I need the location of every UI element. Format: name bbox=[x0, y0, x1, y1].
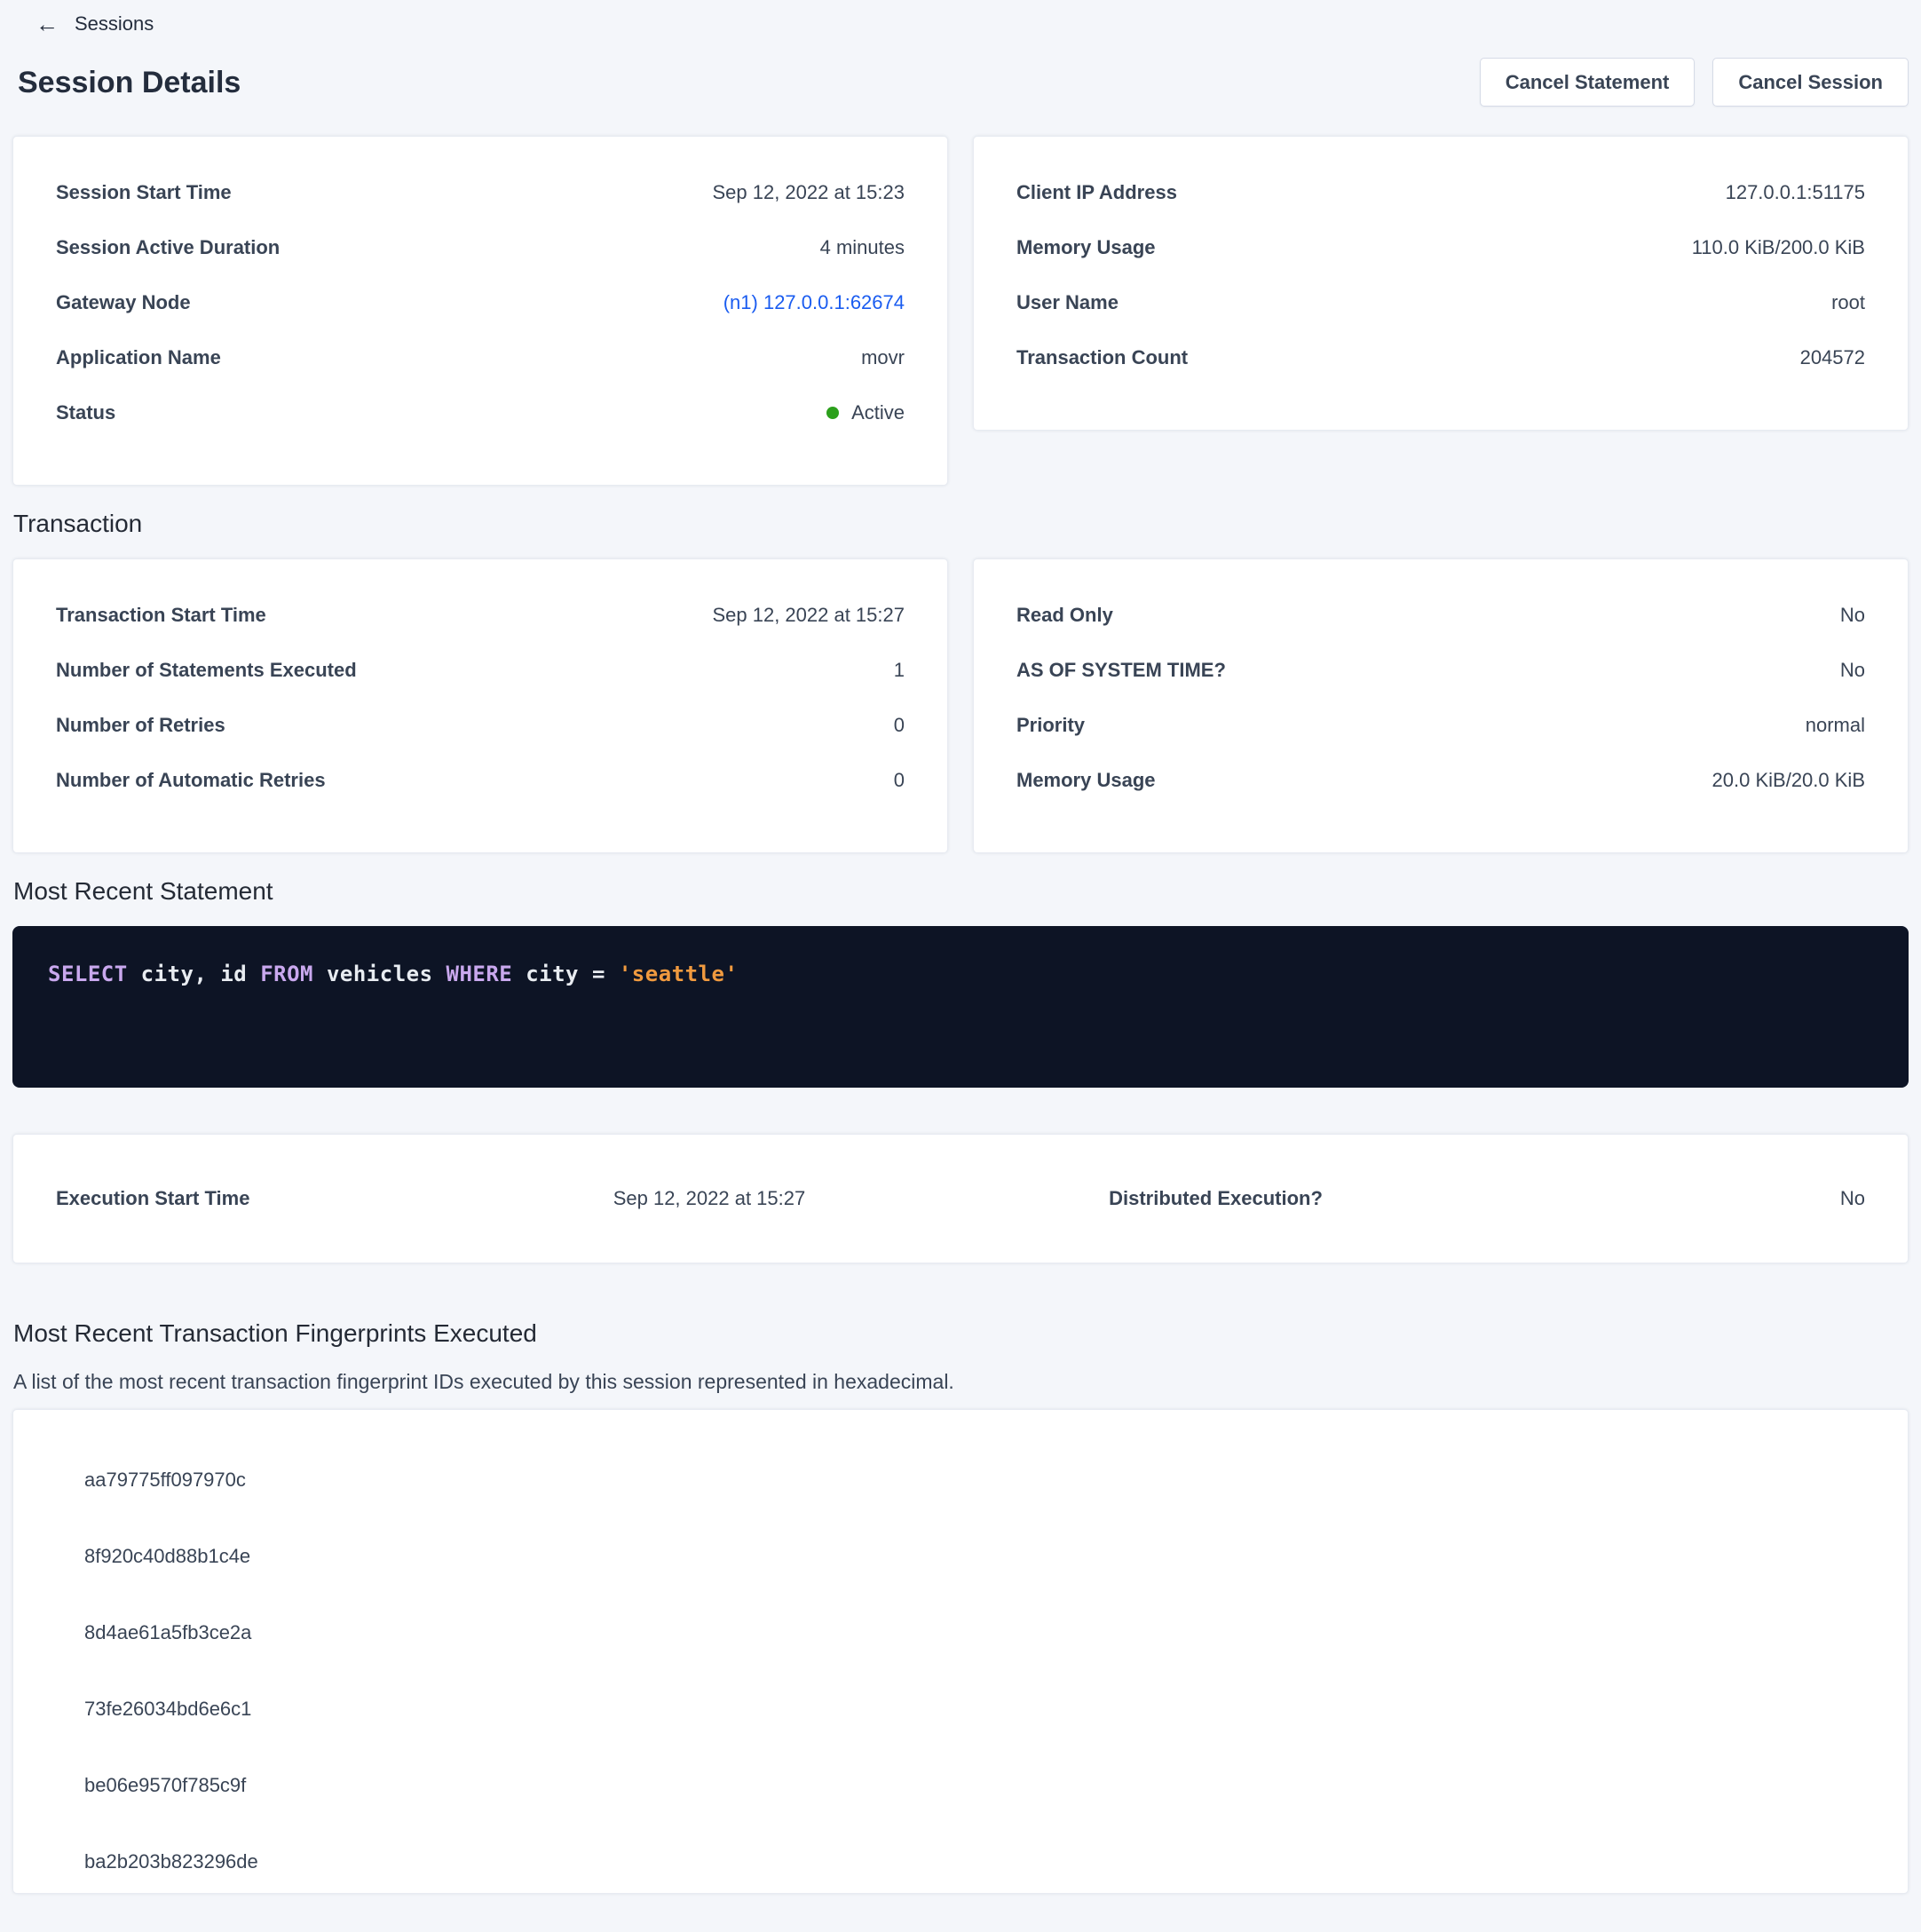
row-label: Transaction Start Time bbox=[56, 604, 266, 627]
row-label: Number of Statements Executed bbox=[56, 659, 357, 682]
summary-row: User Name root bbox=[1016, 289, 1865, 316]
row-value: Sep 12, 2022 at 15:23 bbox=[712, 181, 905, 204]
sql-plain: vehicles bbox=[313, 962, 447, 986]
transaction-card-left: Transaction Start Time Sep 12, 2022 at 1… bbox=[12, 558, 948, 853]
page-header: Session Details Cancel Statement Cancel … bbox=[12, 58, 1909, 107]
summary-row: Transaction Start Time Sep 12, 2022 at 1… bbox=[56, 602, 905, 629]
session-summary-card-right: Client IP Address 127.0.0.1:51175 Memory… bbox=[973, 136, 1909, 431]
transaction-summary-row: Transaction Start Time Sep 12, 2022 at 1… bbox=[12, 558, 1909, 853]
execution-start-time-label: Execution Start Time bbox=[56, 1187, 613, 1210]
header-actions: Cancel Statement Cancel Session bbox=[1480, 58, 1909, 107]
sql-plain: city, id bbox=[128, 962, 261, 986]
session-details-page: ← Sessions Session Details Cancel Statem… bbox=[0, 0, 1921, 1932]
back-arrow-icon: ← bbox=[36, 12, 59, 36]
distributed-execution-value: No bbox=[1609, 1187, 1865, 1210]
summary-row: Transaction Count 204572 bbox=[1016, 344, 1865, 371]
summary-row: Gateway Node (n1) 127.0.0.1:62674 bbox=[56, 289, 905, 316]
row-label: Memory Usage bbox=[1016, 769, 1156, 792]
summary-row: Read Only No bbox=[1016, 602, 1865, 629]
session-status: Active bbox=[826, 401, 905, 424]
execution-start-time-value: Sep 12, 2022 at 15:27 bbox=[613, 1187, 1109, 1210]
row-value: 110.0 KiB/200.0 KiB bbox=[1692, 236, 1865, 259]
summary-row: Number of Retries 0 bbox=[56, 712, 905, 739]
summary-row: Application Name movr bbox=[56, 344, 905, 371]
row-label: Read Only bbox=[1016, 604, 1113, 627]
row-value: 0 bbox=[894, 769, 905, 792]
row-value: 1 bbox=[894, 659, 905, 682]
row-label: Session Start Time bbox=[56, 181, 232, 204]
summary-row: Client IP Address 127.0.0.1:51175 bbox=[1016, 179, 1865, 206]
summary-row: Priority normal bbox=[1016, 712, 1865, 739]
row-label: Status bbox=[56, 401, 115, 424]
row-value: root bbox=[1831, 291, 1865, 314]
row-value: 204572 bbox=[1800, 346, 1865, 369]
row-label: Client IP Address bbox=[1016, 181, 1177, 204]
row-label: AS OF SYSTEM TIME? bbox=[1016, 659, 1226, 682]
row-value: Sep 12, 2022 at 15:27 bbox=[712, 604, 905, 627]
summary-row: AS OF SYSTEM TIME? No bbox=[1016, 657, 1865, 684]
summary-row: Memory Usage 20.0 KiB/20.0 KiB bbox=[1016, 767, 1865, 794]
row-value: normal bbox=[1806, 714, 1865, 737]
row-label: Gateway Node bbox=[56, 291, 191, 314]
row-value: No bbox=[1840, 659, 1865, 682]
fingerprint-item: 73fe26034bd6e6c1 bbox=[84, 1696, 1865, 1722]
row-value: 127.0.0.1:51175 bbox=[1726, 181, 1865, 204]
summary-row: Status Active bbox=[56, 400, 905, 426]
fingerprint-item: 8d4ae61a5fb3ce2a bbox=[84, 1619, 1865, 1646]
breadcrumb-back-link[interactable]: ← Sessions bbox=[36, 12, 154, 36]
distributed-execution-label: Distributed Execution? bbox=[1109, 1187, 1608, 1210]
execution-card: Execution Start Time Sep 12, 2022 at 15:… bbox=[12, 1134, 1909, 1263]
row-value: 4 minutes bbox=[820, 236, 905, 259]
breadcrumb-label: Sessions bbox=[75, 12, 154, 36]
row-label: Session Active Duration bbox=[56, 236, 280, 259]
row-value: movr bbox=[861, 346, 905, 369]
fingerprints-card: aa79775ff097970c 8f920c40d88b1c4e 8d4ae6… bbox=[12, 1409, 1909, 1894]
sql-keyword: SELECT bbox=[48, 962, 128, 986]
row-label: Number of Retries bbox=[56, 714, 225, 737]
sql-plain: city = bbox=[512, 962, 619, 986]
summary-row: Session Active Duration 4 minutes bbox=[56, 234, 905, 261]
status-active-dot-icon bbox=[826, 407, 839, 419]
sql-statement-box: SELECT city, id FROM vehicles WHERE city… bbox=[12, 926, 1909, 1088]
row-value: 20.0 KiB/20.0 KiB bbox=[1712, 769, 1865, 792]
gateway-node-link[interactable]: (n1) 127.0.0.1:62674 bbox=[723, 291, 905, 314]
summary-row: Memory Usage 110.0 KiB/200.0 KiB bbox=[1016, 234, 1865, 261]
row-label: Number of Automatic Retries bbox=[56, 769, 326, 792]
transaction-section-heading: Transaction bbox=[12, 509, 1909, 539]
summary-row: Number of Automatic Retries 0 bbox=[56, 767, 905, 794]
page-title: Session Details bbox=[18, 63, 241, 102]
fingerprint-item: ba2b203b823296de bbox=[84, 1849, 1865, 1875]
sql-keyword: FROM bbox=[260, 962, 313, 986]
fingerprints-section-heading: Most Recent Transaction Fingerprints Exe… bbox=[12, 1318, 1909, 1349]
row-label: Memory Usage bbox=[1016, 236, 1156, 259]
fingerprint-item: aa79775ff097970c bbox=[84, 1467, 1865, 1493]
row-label: Priority bbox=[1016, 714, 1085, 737]
fingerprints-description: A list of the most recent transaction fi… bbox=[12, 1368, 1909, 1395]
sql-keyword: WHERE bbox=[447, 962, 513, 986]
session-summary-card-left: Session Start Time Sep 12, 2022 at 15:23… bbox=[12, 136, 948, 486]
sql-string-literal: 'seattle' bbox=[619, 962, 739, 986]
session-summary-row: Session Start Time Sep 12, 2022 at 15:23… bbox=[12, 136, 1909, 486]
transaction-card-right: Read Only No AS OF SYSTEM TIME? No Prior… bbox=[973, 558, 1909, 853]
summary-row: Session Start Time Sep 12, 2022 at 15:23 bbox=[56, 179, 905, 206]
statement-section-heading: Most Recent Statement bbox=[12, 876, 1909, 907]
status-label: Active bbox=[851, 401, 905, 424]
row-label: Transaction Count bbox=[1016, 346, 1188, 369]
summary-row: Number of Statements Executed 1 bbox=[56, 657, 905, 684]
row-value: 0 bbox=[894, 714, 905, 737]
row-label: Application Name bbox=[56, 346, 221, 369]
row-label: User Name bbox=[1016, 291, 1119, 314]
cancel-session-button[interactable]: Cancel Session bbox=[1712, 58, 1909, 107]
sql-statement-text: SELECT city, id FROM vehicles WHERE city… bbox=[48, 962, 738, 986]
row-value: No bbox=[1840, 604, 1865, 627]
cancel-statement-button[interactable]: Cancel Statement bbox=[1480, 58, 1696, 107]
fingerprint-item: be06e9570f785c9f bbox=[84, 1772, 1865, 1799]
fingerprint-item: 8f920c40d88b1c4e bbox=[84, 1543, 1865, 1570]
